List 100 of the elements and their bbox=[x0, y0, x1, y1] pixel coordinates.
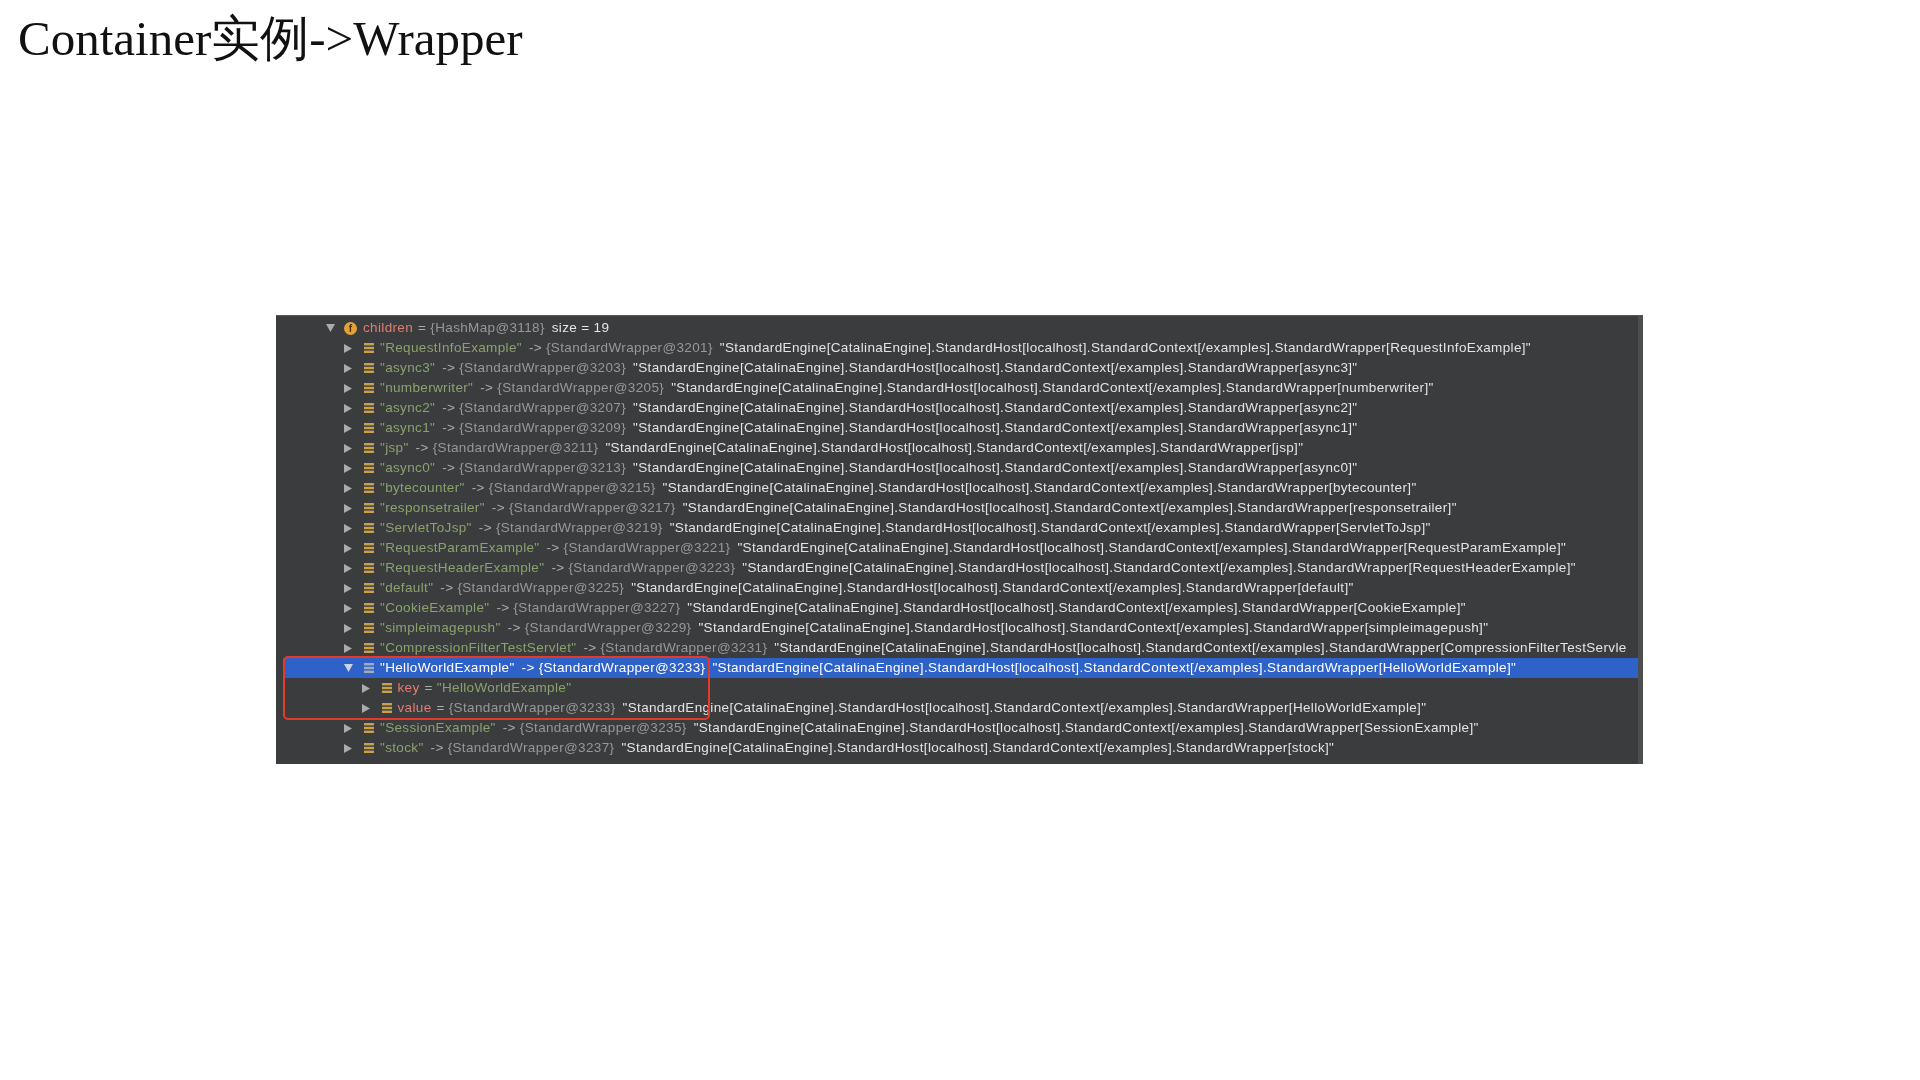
entry-key: "CompressionFilterTestServlet" bbox=[380, 640, 577, 656]
operator-text: -> bbox=[442, 400, 456, 416]
caret-right-icon[interactable] bbox=[344, 423, 352, 433]
list-icon bbox=[364, 403, 374, 413]
tree-row[interactable]: "jsp" -> {StandardWrapper@3211} "StandardEngine[CatalinaEngine].StandardHost[localhost].StandardContext[/examples].StandardWrapper[jsp]" bbox=[283, 438, 1638, 458]
entry-key: "HelloWorldExample" bbox=[380, 660, 515, 676]
value-text: "StandardEngine[CatalinaEngine].StandardHost[localhost].StandardContext[/examples].StandardWrapper[bytecounter]" bbox=[662, 480, 1417, 496]
list-icon bbox=[364, 423, 374, 433]
caret-right-icon[interactable] bbox=[344, 383, 352, 393]
list-icon bbox=[364, 583, 374, 593]
operator-text: -> bbox=[546, 540, 560, 556]
operator-text: -> bbox=[440, 580, 454, 596]
tree-row[interactable]: "HelloWorldExample" -> {StandardWrapper@3233} "StandardEngine[CatalinaEngine].StandardHost[localhost].StandardContext[/examples].StandardWrapper[HelloWorldExample]" bbox=[283, 658, 1638, 678]
caret-down-icon[interactable] bbox=[343, 664, 353, 672]
entry-key: "stock" bbox=[380, 740, 424, 756]
list-icon bbox=[364, 363, 374, 373]
caret-right-icon[interactable] bbox=[344, 363, 352, 373]
tree-row[interactable]: "stock" -> {StandardWrapper@3237} "StandardEngine[CatalinaEngine].StandardHost[localhost].StandardContext[/examples].StandardWrapper[stock]" bbox=[283, 738, 1638, 758]
object-reference: {StandardWrapper@3235} bbox=[519, 720, 687, 736]
field-name: value bbox=[397, 700, 432, 716]
tree-row[interactable]: "async0" -> {StandardWrapper@3213} "StandardEngine[CatalinaEngine].StandardHost[localhost].StandardContext[/examples].StandardWrapper[async0]" bbox=[283, 458, 1638, 478]
caret-right-icon[interactable] bbox=[344, 343, 352, 353]
object-reference: {StandardWrapper@3205} bbox=[497, 380, 665, 396]
tree-row[interactable]: "SessionExample" -> {StandardWrapper@3235} "StandardEngine[CatalinaEngine].StandardHost[localhost].StandardContext[/examples].StandardWrapper[SessionExample]" bbox=[283, 718, 1638, 738]
field-name: key bbox=[397, 680, 420, 696]
caret-right-icon[interactable] bbox=[344, 563, 352, 573]
tree-row[interactable]: key = "HelloWorldExample" bbox=[283, 678, 1638, 698]
tree-row[interactable]: "responsetrailer" -> {StandardWrapper@3217} "StandardEngine[CatalinaEngine].StandardHost[localhost].StandardContext[/examples].StandardWrapper[responsetrailer]" bbox=[283, 498, 1638, 518]
entry-key: "async3" bbox=[380, 360, 436, 376]
caret-right-icon[interactable] bbox=[361, 683, 370, 693]
value-text: "StandardEngine[CatalinaEngine].StandardHost[localhost].StandardContext[/examples].StandardWrapper[CompressionFilterTestServle bbox=[774, 640, 1627, 656]
entry-key: "SessionExample" bbox=[380, 720, 496, 736]
entry-key: "async2" bbox=[380, 400, 436, 416]
tree-row[interactable]: "async2" -> {StandardWrapper@3207} "StandardEngine[CatalinaEngine].StandardHost[localhost].StandardContext[/examples].StandardWrapper[async2]" bbox=[283, 398, 1638, 418]
caret-right-icon[interactable] bbox=[344, 603, 352, 613]
tree-row[interactable]: f children = {HashMap@3118} size = 19 bbox=[283, 318, 1638, 338]
value-text: "StandardEngine[CatalinaEngine].StandardHost[localhost].StandardContext[/examples].StandardWrapper[CookieExample]" bbox=[687, 600, 1466, 616]
value-text: "StandardEngine[CatalinaEngine].StandardHost[localhost].StandardContext[/examples].StandardWrapper[async3]" bbox=[633, 360, 1358, 376]
tree-row[interactable]: "CompressionFilterTestServlet" -> {StandardWrapper@3231} "StandardEngine[CatalinaEngine].StandardHost[localhost].StandardContext[/examples].StandardWrapper[CompressionFilterTestServle bbox=[283, 638, 1638, 658]
string-literal: "HelloWorldExample" bbox=[436, 680, 572, 696]
value-text: "StandardEngine[CatalinaEngine].StandardHost[localhost].StandardContext[/examples].StandardWrapper[jsp]" bbox=[605, 440, 1304, 456]
caret-right-icon[interactable] bbox=[344, 443, 352, 453]
operator-text: = bbox=[424, 680, 433, 696]
list-icon bbox=[364, 503, 374, 513]
entry-key: "ServletToJsp" bbox=[380, 520, 472, 536]
caret-down-icon[interactable] bbox=[326, 324, 335, 332]
entry-key: "async0" bbox=[380, 460, 436, 476]
caret-right-icon[interactable] bbox=[344, 723, 352, 733]
tree-row[interactable]: "numberwriter" -> {StandardWrapper@3205} "StandardEngine[CatalinaEngine].StandardHost[localhost].StandardContext[/examples].StandardWrapper[numberwriter]" bbox=[283, 378, 1638, 398]
value-text: "StandardEngine[CatalinaEngine].StandardHost[localhost].StandardContext[/examples].StandardWrapper[async1]" bbox=[633, 420, 1358, 436]
list-icon bbox=[381, 703, 392, 713]
object-reference: {StandardWrapper@3221} bbox=[563, 540, 731, 556]
object-reference: {HashMap@3118} bbox=[430, 320, 545, 336]
caret-right-icon[interactable] bbox=[344, 503, 352, 513]
operator-text: -> bbox=[480, 380, 494, 396]
caret-right-icon[interactable] bbox=[361, 703, 370, 713]
operator-text: -> bbox=[583, 640, 597, 656]
caret-right-icon[interactable] bbox=[344, 543, 352, 553]
entry-key: "responsetrailer" bbox=[380, 500, 485, 516]
list-icon bbox=[364, 643, 374, 653]
entry-key: "bytecounter" bbox=[380, 480, 465, 496]
value-text: "StandardEngine[CatalinaEngine].StandardHost[localhost].StandardContext[/examples].StandardWrapper[stock]" bbox=[621, 740, 1335, 756]
list-icon bbox=[364, 603, 374, 613]
value-text: "StandardEngine[CatalinaEngine].StandardHost[localhost].StandardContext[/examples].StandardWrapper[SessionExample]" bbox=[693, 720, 1479, 736]
operator-text: -> bbox=[491, 500, 505, 516]
value-text: "StandardEngine[CatalinaEngine].StandardHost[localhost].StandardContext[/examples].StandardWrapper[responsetrailer]" bbox=[682, 500, 1457, 516]
value-text: "StandardEngine[CatalinaEngine].StandardHost[localhost].StandardContext[/examples].StandardWrapper[async2]" bbox=[633, 400, 1358, 416]
value-text: "StandardEngine[CatalinaEngine].StandardHost[localhost].StandardContext[/examples].StandardWrapper[HelloWorldExample]" bbox=[712, 660, 1517, 676]
caret-right-icon[interactable] bbox=[344, 403, 352, 413]
caret-right-icon[interactable] bbox=[344, 643, 352, 653]
entry-key: "RequestHeaderExample" bbox=[380, 560, 545, 576]
tree-row[interactable]: "RequestInfoExample" -> {StandardWrapper@3201} "StandardEngine[CatalinaEngine].StandardHost[localhost].StandardContext[/examples].StandardWrapper[RequestInfoExample]" bbox=[283, 338, 1638, 358]
value-text: "StandardEngine[CatalinaEngine].StandardHost[localhost].StandardContext[/examples].StandardWrapper[RequestParamExample]" bbox=[737, 540, 1567, 556]
operator-text: = bbox=[436, 700, 445, 716]
operator-text: -> bbox=[430, 740, 444, 756]
operator-text: -> bbox=[415, 440, 429, 456]
caret-right-icon[interactable] bbox=[344, 623, 352, 633]
tree-row[interactable]: "async1" -> {StandardWrapper@3209} "StandardEngine[CatalinaEngine].StandardHost[localhost].StandardContext[/examples].StandardWrapper[async1]" bbox=[283, 418, 1638, 438]
tree-row[interactable]: "RequestParamExample" -> {StandardWrapper@3221} "StandardEngine[CatalinaEngine].StandardHost[localhost].StandardContext[/examples].StandardWrapper[RequestParamExample]" bbox=[283, 538, 1638, 558]
tree-row[interactable]: "simpleimagepush" -> {StandardWrapper@3229} "StandardEngine[CatalinaEngine].StandardHost[localhost].StandardContext[/examples].StandardWrapper[simpleimagepush]" bbox=[283, 618, 1638, 638]
operator-text: -> bbox=[528, 340, 542, 356]
caret-right-icon[interactable] bbox=[344, 743, 352, 753]
tree-row[interactable]: "default" -> {StandardWrapper@3225} "StandardEngine[CatalinaEngine].StandardHost[localhost].StandardContext[/examples].StandardWrapper[default]" bbox=[283, 578, 1638, 598]
object-reference: {StandardWrapper@3217} bbox=[508, 500, 676, 516]
value-text: "StandardEngine[CatalinaEngine].StandardHost[localhost].StandardContext[/examples].StandardWrapper[simpleimagepush]" bbox=[698, 620, 1489, 636]
tree-row[interactable]: "bytecounter" -> {StandardWrapper@3215} "StandardEngine[CatalinaEngine].StandardHost[localhost].StandardContext[/examples].StandardWrapper[bytecounter]" bbox=[283, 478, 1638, 498]
caret-right-icon[interactable] bbox=[344, 523, 352, 533]
object-reference: {StandardWrapper@3223} bbox=[568, 560, 736, 576]
tree-row[interactable]: "CookieExample" -> {StandardWrapper@3227} "StandardEngine[CatalinaEngine].StandardHost[localhost].StandardContext[/examples].StandardWrapper[CookieExample]" bbox=[283, 598, 1638, 618]
object-reference: {StandardWrapper@3233} bbox=[538, 660, 706, 676]
operator-text: -> bbox=[496, 600, 510, 616]
tree-row[interactable]: "ServletToJsp" -> {StandardWrapper@3219} "StandardEngine[CatalinaEngine].StandardHost[localhost].StandardContext[/examples].StandardWrapper[ServletToJsp]" bbox=[283, 518, 1638, 538]
caret-right-icon[interactable] bbox=[344, 463, 352, 473]
value-text: "StandardEngine[CatalinaEngine].StandardHost[localhost].StandardContext[/examples].StandardWrapper[numberwriter]" bbox=[671, 380, 1434, 396]
object-reference: {StandardWrapper@3227} bbox=[513, 600, 681, 616]
operator-text: -> bbox=[507, 620, 521, 636]
caret-right-icon[interactable] bbox=[344, 483, 352, 493]
tree-row[interactable]: "async3" -> {StandardWrapper@3203} "StandardEngine[CatalinaEngine].StandardHost[localhost].StandardContext[/examples].StandardWrapper[async3]" bbox=[283, 358, 1638, 378]
tree-row[interactable]: "RequestHeaderExample" -> {StandardWrapper@3223} "StandardEngine[CatalinaEngine].StandardHost[localhost].StandardContext[/examples].StandardWrapper[RequestHeaderExample]" bbox=[283, 558, 1638, 578]
caret-right-icon[interactable] bbox=[344, 583, 352, 593]
